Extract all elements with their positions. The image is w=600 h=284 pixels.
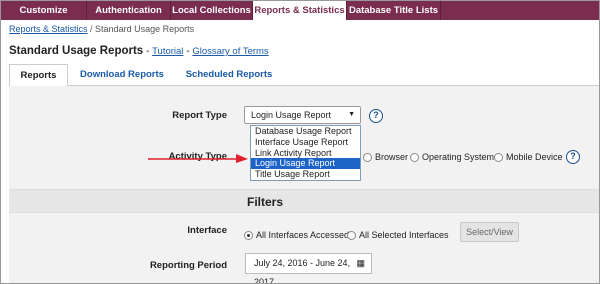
reporting-period-label: Reporting Period [149,260,227,271]
nav-authentication[interactable]: Authentication [87,1,171,20]
radio-operating-system-label: Operating System [422,152,495,162]
report-type-dropdown-list: Database Usage Report Interface Usage Re… [250,125,361,181]
title-dash-2: - [183,46,193,57]
filters-section-header: Filters [9,189,599,213]
page-title: Standard Usage Reports [9,45,144,57]
filters-heading: Filters [246,195,283,209]
radio-all-selected-interfaces-label: All Selected Interfaces [359,230,449,240]
reporting-period-field[interactable]: July 24, 2016 - June 24, 2017 ▦ [245,253,372,283]
report-type-label: Report Type [172,110,227,121]
breadcrumb-link-reports[interactable]: Reports & Statistics [9,24,88,34]
radio-all-interfaces-accessed[interactable] [244,231,253,240]
breadcrumb: Reports & Statistics / Standard Usage Re… [9,24,194,34]
app-frame: Customize Services Authentication Local … [0,0,600,284]
tab-reports[interactable]: Reports [9,64,68,87]
radio-all-selected-interfaces[interactable] [347,231,356,240]
nav-local-collections[interactable]: Local Collections [171,1,253,20]
dropdown-option-database-usage[interactable]: Database Usage Report [251,126,360,137]
radio-operating-system[interactable] [410,153,419,162]
title-dash: - [143,46,153,57]
tab-bar: Reports Download Reports Scheduled Repor… [9,64,599,87]
top-nav: Customize Services Authentication Local … [1,1,599,35]
dropdown-option-title-usage[interactable]: Title Usage Report [251,169,360,180]
radio-mobile-device-label: Mobile Device [506,152,563,162]
radio-all-interfaces-accessed-label: All Interfaces Accessed [256,230,350,240]
calendar-icon[interactable]: ▦ [356,254,365,273]
radio-mobile-device[interactable] [494,153,503,162]
radio-browser-label: Browser [375,152,409,162]
nav-reports-statistics[interactable]: Reports & Statistics [253,1,347,20]
dropdown-option-login-usage[interactable]: Login Usage Report [251,158,360,170]
page-title-row: Standard Usage Reports - Tutorial - Glos… [9,45,269,57]
dropdown-option-link-activity[interactable]: Link Activity Report [251,148,360,159]
select-view-button[interactable]: Select/View [460,222,519,242]
dropdown-option-interface-usage[interactable]: Interface Usage Report [251,137,360,148]
nav-customize-services[interactable]: Customize Services [1,1,87,35]
tab-download-reports[interactable]: Download Reports [71,64,173,86]
tutorial-link[interactable]: Tutorial [152,46,183,57]
tab-scheduled-reports[interactable]: Scheduled Reports [177,64,281,86]
breadcrumb-separator: / [87,24,96,34]
help-icon[interactable]: ? [369,109,383,123]
help-icon[interactable]: ? [566,150,580,164]
glossary-link[interactable]: Glossary of Terms [192,46,268,57]
report-type-selected: Login Usage Report [251,110,332,120]
nav-database-title-lists[interactable]: Database Title Lists [347,1,441,20]
report-type-select[interactable]: Login Usage Report ▼ [244,106,361,124]
interface-label: Interface [187,225,227,236]
annotation-arrow-icon [148,154,248,163]
breadcrumb-current: Standard Usage Reports [95,24,195,34]
caret-down-icon: ▼ [348,111,355,118]
radio-browser[interactable] [363,153,372,162]
